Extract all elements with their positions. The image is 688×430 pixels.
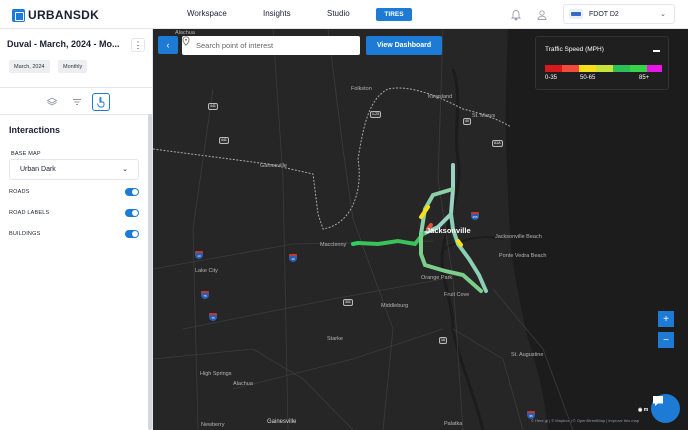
user-icon[interactable] <box>536 8 548 20</box>
collapse-icon[interactable] <box>653 50 660 52</box>
traffic-speed-legend: Traffic Speed (MPH) 0-35 50-65 85+ <box>535 36 669 90</box>
map-canvas[interactable]: Alachua Folkston Kingsland St. Marys Gai… <box>153 29 688 430</box>
place-macclenny: Macclenny <box>320 242 347 248</box>
view-dashboard-button[interactable]: View Dashboard <box>366 36 442 55</box>
interstate-shield: 295 <box>471 212 479 220</box>
base-map-value: Urban Dark <box>20 166 56 173</box>
place-high-springs: High Springs <box>200 371 232 377</box>
chevron-left-icon: ‹ <box>166 40 170 50</box>
place-jacksonville-beach: Jacksonville Beach <box>495 234 542 240</box>
legend-label-high: 85+ <box>639 75 650 81</box>
place-ponte-vedra: Ponte Vedra Beach <box>499 253 547 259</box>
place-palatka: Palatka <box>444 421 463 427</box>
legend-swatch <box>647 65 662 72</box>
organization-name: FDOT D2 <box>589 10 619 18</box>
road-labels-toggle[interactable] <box>125 209 139 217</box>
project-title: Duval - March, 2024 - Mo... <box>7 39 120 49</box>
location-pin-icon <box>182 36 190 46</box>
route-shield: 16 <box>439 337 447 344</box>
chat-icon <box>653 396 663 406</box>
zoom-out-button[interactable]: − <box>658 332 674 348</box>
fdot-logo-icon <box>569 9 583 19</box>
search-input[interactable] <box>196 41 346 50</box>
place-folkston: Folkston <box>351 86 372 92</box>
organization-select[interactable]: FDOT D2 ⌄ <box>563 4 675 24</box>
route-shield: 301 <box>343 299 353 306</box>
place-rockin: Gainesville <box>260 163 287 169</box>
route-shield: 40 <box>463 118 471 125</box>
sidebar: Duval - March, 2024 - Mo... ⋮ March, 202… <box>0 29 153 430</box>
roads-label: ROADS <box>9 189 30 195</box>
map-attribution[interactable]: © Here.gl | © Mapbox | © OpenStreetMap |… <box>531 418 639 423</box>
interactions-icon[interactable] <box>92 93 110 111</box>
brand-name: URBANSDK <box>28 8 100 22</box>
top-bar: URBANSDK Workspace Insights Studio TIRES… <box>0 0 688 29</box>
buildings-label: BUILDINGS <box>9 231 41 237</box>
back-button[interactable]: ‹ <box>158 36 178 54</box>
place-alachua: Alachua <box>233 381 253 387</box>
panel-tabs <box>0 87 153 115</box>
place-lake-city: Lake City <box>195 268 218 274</box>
legend-label-low: 0-35 <box>545 75 558 81</box>
panel-title: Interactions <box>9 125 61 135</box>
legend-swatch <box>562 65 579 72</box>
route-shield: A1A <box>492 140 503 147</box>
chevron-down-icon: ⌄ <box>122 166 128 173</box>
interstate-shield: 75 <box>209 313 217 321</box>
urbansdk-logo-icon <box>12 8 25 22</box>
legend-color-bar <box>545 65 662 72</box>
base-map-select[interactable]: Urban Dark ⌄ <box>9 159 139 180</box>
interstate-shield: 10 <box>195 251 203 259</box>
legend-swatch <box>579 65 596 72</box>
chevron-down-icon: ⌄ <box>660 11 666 18</box>
filter-icon[interactable] <box>68 93 86 111</box>
chat-button[interactable] <box>651 394 680 423</box>
interstate-shield: 75 <box>201 291 209 299</box>
place-orange-park: Orange Park <box>421 275 453 281</box>
place-starke: Starke <box>327 336 343 342</box>
period-chip: Monthly <box>58 60 88 73</box>
bell-icon[interactable] <box>510 8 522 21</box>
mapbox-logo-icon[interactable]: ◉ m <box>638 407 648 413</box>
legend-swatch <box>613 65 630 72</box>
buildings-toggle[interactable] <box>125 230 139 238</box>
route-shield: 441 <box>219 137 229 144</box>
place-gainesville: Gainesville <box>267 419 297 425</box>
search-bar[interactable] <box>182 36 360 55</box>
place-newberry: Newberry <box>201 422 225 428</box>
place-st-augustine: St. Augustine <box>511 352 544 358</box>
nav-tires[interactable]: TIRES <box>376 8 412 21</box>
place-kingsland: Kingsland <box>428 94 453 100</box>
interstate-shield: 10 <box>289 254 297 262</box>
legend-swatch <box>596 65 613 72</box>
layers-icon[interactable] <box>43 93 61 111</box>
route-shield: 1-23 <box>370 111 382 118</box>
road-labels-label: ROAD LABELS <box>9 210 50 216</box>
brand-logo[interactable]: URBANSDK <box>12 8 99 22</box>
more-options-icon[interactable]: ⋮ <box>131 38 145 52</box>
legend-title: Traffic Speed (MPH) <box>545 46 604 53</box>
nav-studio[interactable]: Studio <box>327 9 350 18</box>
route-shield: 441 <box>208 103 218 110</box>
nav-insights[interactable]: Insights <box>263 9 291 18</box>
place-jacksonville: Jacksonville <box>426 226 471 235</box>
place-fruit-cove: Fruit Cove <box>444 292 470 298</box>
zoom-in-button[interactable]: + <box>658 311 674 327</box>
nav-workspace[interactable]: Workspace <box>187 9 227 18</box>
legend-swatch <box>545 65 562 72</box>
base-map-label: BASE MAP <box>11 151 41 157</box>
place-middleburg: Middleburg <box>381 303 409 309</box>
place-st-marys: St. Marys <box>472 113 496 119</box>
legend-swatch <box>630 65 647 72</box>
roads-toggle[interactable] <box>125 188 139 196</box>
legend-label-mid: 50-65 <box>580 75 596 81</box>
sidebar-scrollbar[interactable] <box>148 114 152 430</box>
date-chip: March, 2024 <box>9 60 50 73</box>
